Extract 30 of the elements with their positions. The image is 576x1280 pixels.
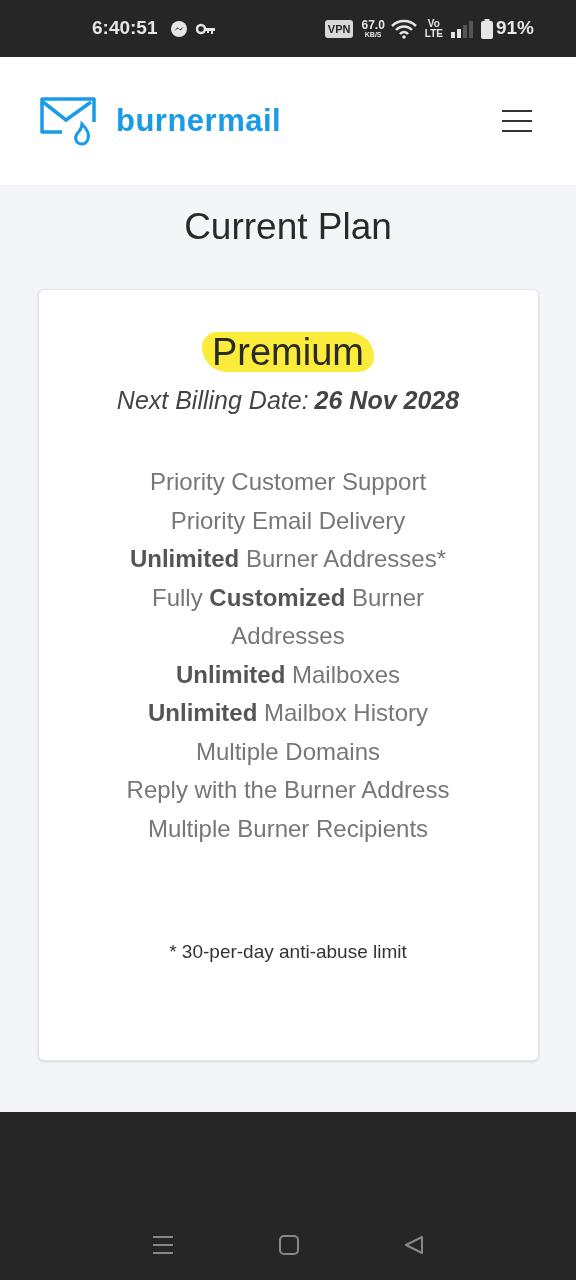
battery-percent: 91% xyxy=(495,16,534,41)
feature-item: Unlimited Mailbox History xyxy=(147,698,429,728)
feature-item: Multiple Domains xyxy=(195,736,381,767)
wifi-icon xyxy=(390,18,417,39)
home-square-icon[interactable] xyxy=(279,1235,299,1255)
billing-date: 26 Nov 2028 xyxy=(314,384,460,416)
battery-icon xyxy=(480,18,493,39)
network-speed: 67.0 xyxy=(361,19,385,31)
feature-item: Reply with the Burner Address xyxy=(126,775,450,805)
feature-item: Priority Email Delivery xyxy=(170,505,406,536)
plan-name: Premium xyxy=(202,331,374,372)
back-triangle-icon[interactable] xyxy=(403,1235,424,1255)
footnote: * 30-per-day anti-abuse limit xyxy=(169,940,407,964)
feature-item: Priority Customer Support xyxy=(149,467,427,497)
signal-icon xyxy=(450,19,475,38)
key-icon xyxy=(195,22,216,35)
brand-name[interactable]: burnermail xyxy=(116,97,282,145)
vpn-badge: VPN xyxy=(324,19,354,38)
clock: 6:40:51 xyxy=(92,16,158,41)
feature-item: Fully Customized Burner Addresses xyxy=(150,582,426,651)
envelope-flame-icon xyxy=(38,96,98,146)
page-title: Current Plan xyxy=(184,205,392,249)
volte-label: Vo xyxy=(427,18,440,29)
messenger-icon xyxy=(169,19,188,38)
lte-label: LTE xyxy=(424,28,443,39)
feature-item: Multiple Burner Recipients xyxy=(147,813,429,844)
menu-icon[interactable] xyxy=(152,1235,175,1255)
feature-item: Unlimited Burner Addresses* xyxy=(129,544,447,574)
billing-label: Next Billing Date: xyxy=(116,384,309,416)
feature-item: Unlimited Mailboxes xyxy=(175,659,401,690)
